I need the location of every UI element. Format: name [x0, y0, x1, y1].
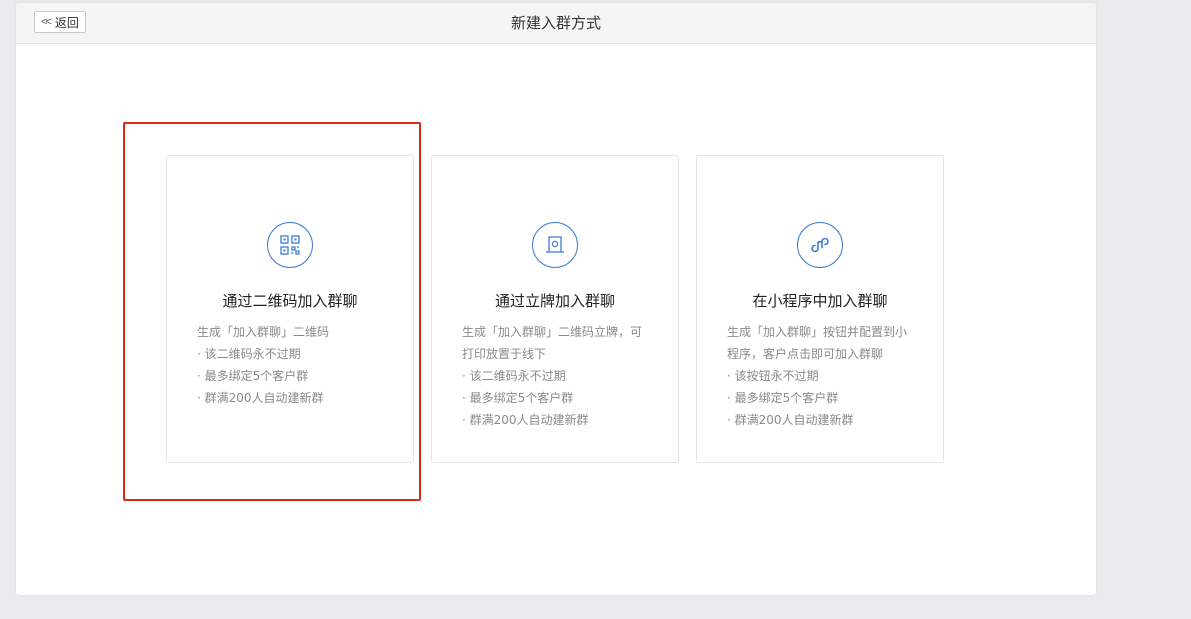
- desc-line: 打印放置于线下: [462, 347, 547, 361]
- desc-line: · 最多绑定5个客户群: [727, 391, 839, 405]
- desc-line: 生成「加入群聊」二维码: [197, 325, 330, 339]
- card-title: 通过二维码加入群聊: [222, 292, 358, 310]
- desc-line: · 群满200人自动建新群: [727, 413, 854, 427]
- card-title: 在小程序中加入群聊: [752, 292, 888, 310]
- desc-line: · 该二维码永不过期: [197, 347, 301, 361]
- desc-line: · 群满200人自动建新群: [462, 413, 589, 427]
- card-title: 通过立牌加入群聊: [494, 292, 615, 310]
- page-header: << 返回 新建入群方式: [16, 3, 1096, 44]
- miniprogram-icon: [797, 222, 843, 268]
- desc-line: · 群满200人自动建新群: [197, 391, 324, 405]
- card-description: 生成「加入群聊」按钮并配置到小 程序，客户点击即可加入群聊 · 该按钮永不过期 …: [727, 321, 913, 431]
- desc-line: 生成「加入群聊」按钮并配置到小: [727, 325, 908, 339]
- page-title: 新建入群方式: [510, 14, 601, 32]
- desc-line: 程序，客户点击即可加入群聊: [727, 347, 884, 361]
- card-qrcode[interactable]: 通过二维码加入群聊 生成「加入群聊」二维码 · 该二维码永不过期 · 最多绑定5…: [166, 155, 414, 463]
- card-standee[interactable]: 通过立牌加入群聊 生成「加入群聊」二维码立牌，可 打印放置于线下 · 该二维码永…: [431, 155, 679, 463]
- main-panel: << 返回 新建入群方式 通过二维码加入群聊 生成「加入群聊」二维码 · 该二维…: [16, 3, 1096, 595]
- desc-line: · 该按钮永不过期: [727, 369, 819, 383]
- standee-icon: [532, 222, 578, 268]
- desc-line: · 最多绑定5个客户群: [197, 369, 309, 383]
- qrcode-icon: [267, 222, 313, 268]
- card-description: 生成「加入群聊」二维码立牌，可 打印放置于线下 · 该二维码永不过期 · 最多绑…: [462, 321, 648, 431]
- desc-line: · 最多绑定5个客户群: [462, 391, 574, 405]
- card-miniprogram[interactable]: 在小程序中加入群聊 生成「加入群聊」按钮并配置到小 程序，客户点击即可加入群聊 …: [696, 155, 944, 463]
- desc-line: 生成「加入群聊」二维码立牌，可: [462, 325, 643, 339]
- desc-line: · 该二维码永不过期: [462, 369, 566, 383]
- card-description: 生成「加入群聊」二维码 · 该二维码永不过期 · 最多绑定5个客户群 · 群满2…: [197, 321, 383, 409]
